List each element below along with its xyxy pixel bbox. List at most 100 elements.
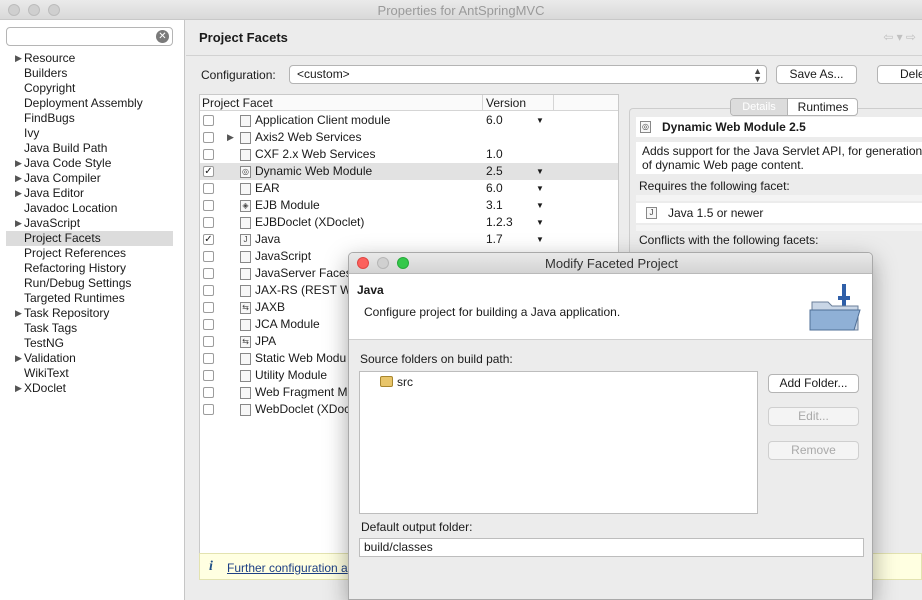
sidebar-item[interactable]: WikiText [6, 366, 173, 381]
sidebar-item[interactable]: ▶ Task Repository [6, 306, 173, 321]
sidebar-item[interactable]: ▶ XDoclet [6, 381, 173, 396]
expand-triangle-icon[interactable]: ▶ [15, 381, 22, 396]
facet-row[interactable]: ✓ ◎ Dynamic Web Module 2.5 ▼ [200, 163, 618, 180]
checkbox[interactable] [203, 302, 214, 313]
requires-box: J Java 1.5 or newer [636, 203, 922, 223]
modify-faceted-project-dialog: Modify Faceted Project Java Configure pr… [348, 252, 873, 600]
sidebar-item[interactable]: Javadoc Location [6, 201, 173, 216]
source-folders-list[interactable]: src [359, 371, 758, 514]
checkbox[interactable] [203, 132, 214, 143]
version-dropdown-icon[interactable]: ▼ [536, 214, 544, 231]
facet-row[interactable]: ◈ EJB Module 3.1 ▼ [200, 197, 618, 214]
edit-button[interactable]: Edit... [768, 407, 859, 426]
tab-details[interactable]: Details [731, 99, 787, 115]
sidebar-item[interactable]: ▶ Validation [6, 351, 173, 366]
sidebar-item[interactable]: ▶ Resource [6, 51, 173, 66]
add-folder-button[interactable]: Add Folder... [768, 374, 859, 393]
checkbox[interactable] [203, 285, 214, 296]
checkbox-checked[interactable]: ✓ [203, 166, 214, 177]
checkbox[interactable] [203, 387, 214, 398]
further-configuration-link[interactable]: Further configuration a [227, 561, 348, 575]
sidebar-item[interactable]: Java Build Path [6, 141, 173, 156]
sidebar-item[interactable]: ▶ JavaScript [6, 216, 173, 231]
checkbox[interactable] [203, 115, 214, 126]
facet-row[interactable]: Application Client module 6.0 ▼ [200, 112, 618, 129]
expand-triangle-icon[interactable]: ▶ [15, 171, 22, 186]
source-folder-label: src [397, 375, 413, 389]
facet-version[interactable]: 6.0 [486, 112, 503, 129]
expand-triangle-icon[interactable]: ▶ [227, 129, 234, 146]
facet-version[interactable]: 3.1 [486, 197, 503, 214]
source-folder-item[interactable]: src [380, 374, 413, 390]
facet-version[interactable]: 1.7 [486, 231, 503, 248]
checkbox-checked[interactable]: ✓ [203, 234, 214, 245]
version-dropdown-icon[interactable]: ▼ [536, 163, 544, 180]
expand-triangle-icon[interactable]: ▶ [15, 351, 22, 366]
clear-filter-icon[interactable]: ✕ [156, 30, 169, 43]
sidebar-item-label: Java Code Style [24, 156, 112, 170]
facet-icon [240, 217, 251, 229]
checkbox[interactable] [203, 319, 214, 330]
checkbox[interactable] [203, 149, 214, 160]
sidebar-item-label: Refactoring History [24, 261, 127, 275]
version-dropdown-icon[interactable]: ▼ [536, 180, 544, 197]
sidebar-item[interactable]: ▶ Java Editor [6, 186, 173, 201]
sidebar-item[interactable]: Run/Debug Settings [6, 276, 173, 291]
facet-version[interactable]: 6.0 [486, 180, 503, 197]
facet-label: EAR [255, 181, 280, 195]
expand-triangle-icon[interactable]: ▶ [15, 186, 22, 201]
facet-row[interactable]: CXF 2.x Web Services 1.0 [200, 146, 618, 163]
version-dropdown-icon[interactable]: ▼ [536, 112, 544, 129]
checkbox[interactable] [203, 217, 214, 228]
configuration-select[interactable]: <custom> ▲ ▼ [289, 65, 767, 84]
checkbox[interactable] [203, 183, 214, 194]
sidebar-item[interactable]: Project References [6, 246, 173, 261]
sidebar-item[interactable]: Builders [6, 66, 173, 81]
sidebar-item-label: Task Repository [24, 306, 110, 320]
version-dropdown-icon[interactable]: ▼ [536, 197, 544, 214]
facet-row[interactable]: ✓ J Java 1.7 ▼ [200, 231, 618, 248]
facet-heading: Dynamic Web Module 2.5 [662, 120, 806, 134]
checkbox[interactable] [203, 200, 214, 211]
output-folder-input[interactable]: build/classes [359, 538, 864, 557]
delete-button[interactable]: Dele [877, 65, 922, 84]
sidebar-item[interactable]: Refactoring History [6, 261, 173, 276]
expand-triangle-icon[interactable]: ▶ [15, 51, 22, 66]
sidebar-item[interactable]: Ivy [6, 126, 173, 141]
facet-version[interactable]: 1.0 [486, 146, 503, 163]
filter-input[interactable]: ✕ [6, 27, 173, 46]
sidebar-item[interactable]: Targeted Runtimes [6, 291, 173, 306]
remove-button[interactable]: Remove [768, 441, 859, 460]
sidebar-item[interactable]: TestNG [6, 336, 173, 351]
expand-triangle-icon[interactable]: ▶ [15, 306, 22, 321]
checkbox[interactable] [203, 251, 214, 262]
back-forward-icon[interactable]: ⇦ ▾ ⇨ [883, 30, 916, 44]
package-folder-icon [380, 376, 393, 387]
sidebar-item[interactable]: Task Tags [6, 321, 173, 336]
facet-row[interactable]: EJBDoclet (XDoclet) 1.2.3 ▼ [200, 214, 618, 231]
checkbox[interactable] [203, 268, 214, 279]
facet-row[interactable]: EAR 6.0 ▼ [200, 180, 618, 197]
expand-triangle-icon[interactable]: ▶ [15, 156, 22, 171]
facet-icon: J [240, 234, 251, 246]
facet-row[interactable]: ▶ Axis2 Web Services [200, 129, 618, 146]
facet-icon [240, 319, 251, 331]
tab-runtimes[interactable]: Runtimes [787, 99, 857, 115]
facet-version[interactable]: 1.2.3 [486, 214, 513, 231]
sidebar-item[interactable]: ▶ Java Code Style [6, 156, 173, 171]
sidebar-item[interactable]: Project Facets [6, 231, 173, 246]
expand-triangle-icon[interactable]: ▶ [15, 216, 22, 231]
checkbox[interactable] [203, 336, 214, 347]
column-header-version[interactable]: Version [486, 96, 526, 110]
sidebar-item[interactable]: FindBugs [6, 111, 173, 126]
facet-version[interactable]: 2.5 [486, 163, 503, 180]
checkbox[interactable] [203, 404, 214, 415]
column-header-facet[interactable]: Project Facet [202, 96, 273, 110]
save-as-button[interactable]: Save As... [776, 65, 857, 84]
checkbox[interactable] [203, 370, 214, 381]
sidebar-item[interactable]: Deployment Assembly [6, 96, 173, 111]
version-dropdown-icon[interactable]: ▼ [536, 231, 544, 248]
checkbox[interactable] [203, 353, 214, 364]
sidebar-item[interactable]: Copyright [6, 81, 173, 96]
sidebar-item[interactable]: ▶ Java Compiler [6, 171, 173, 186]
